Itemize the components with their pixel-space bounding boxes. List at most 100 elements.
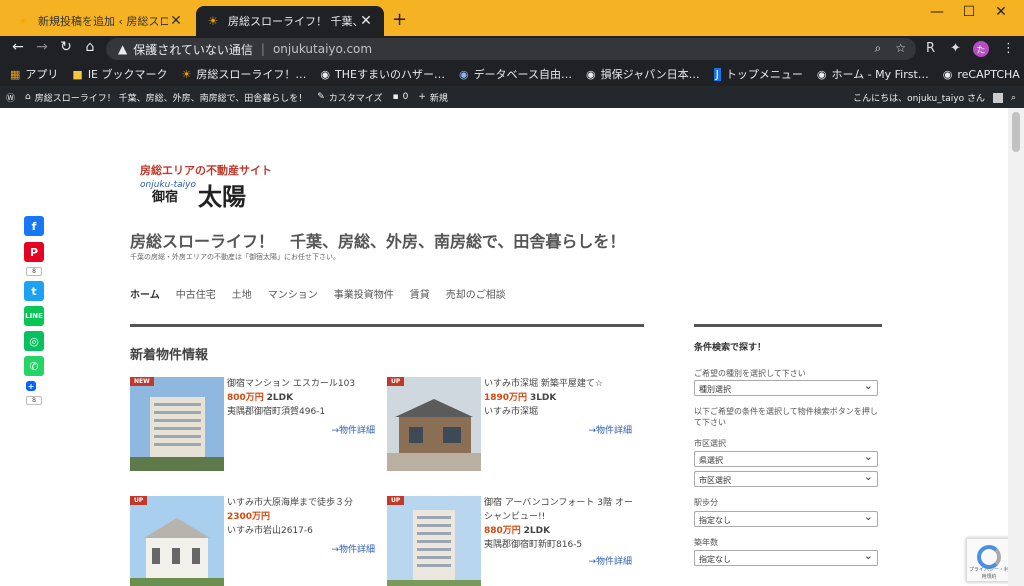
share-plus-icon[interactable]: + — [26, 381, 36, 391]
property-photo[interactable]: UP — [387, 496, 481, 586]
brush-icon: ✎ — [317, 92, 325, 102]
bookmark-recaptcha[interactable]: ◉ reCAPTCHA — [943, 68, 1020, 81]
listing-address: 夷隅郡御宿町須賀496-1 — [227, 407, 326, 417]
folder-icon: ■ — [72, 67, 83, 81]
age-select[interactable]: 指定なし — [694, 549, 878, 566]
plus-icon: + — [418, 92, 426, 102]
puzzle-icon[interactable]: ✦ — [950, 41, 961, 56]
close-window-button[interactable]: ✕ — [986, 4, 1016, 20]
bookmark-apps[interactable]: ▦ アプリ — [10, 66, 58, 82]
warning-icon: ▲ — [118, 42, 128, 56]
nav-land[interactable]: 土地 — [232, 286, 252, 301]
site-logo[interactable]: 房総エリアの不動産サイト onjuku-taiyo 御宿 太陽 — [140, 162, 275, 211]
bookmark-site[interactable]: ☀ 房総スローライフ！… — [182, 66, 307, 82]
detail-link[interactable]: →物件詳細 — [588, 554, 632, 567]
forward-icon[interactable]: → — [32, 39, 52, 55]
close-tab-icon[interactable]: ✕ — [168, 13, 184, 29]
listing-layout: 3LDK — [529, 393, 557, 403]
whatsapp-icon[interactable]: ✆ — [24, 356, 44, 376]
back-icon[interactable]: ← — [8, 39, 28, 55]
bookmark-topmenu[interactable]: J トップメニュー — [713, 66, 803, 82]
listing-title[interactable]: 御宿マンション エスカール103 — [227, 377, 377, 391]
menu-icon[interactable]: ⋮ — [1002, 41, 1015, 56]
wordpress-icon[interactable]: Ⓦ — [6, 91, 15, 104]
property-photo[interactable]: UP — [130, 496, 224, 586]
property-photo[interactable]: UP — [387, 377, 481, 471]
tab-new-post[interactable]: ☀ 新規投稿を追加 ‹ 房総スローラ… ✕ — [6, 6, 194, 36]
facebook-icon[interactable]: f — [24, 216, 44, 236]
apps-icon: ▦ — [10, 67, 21, 81]
wp-site-link[interactable]: ⌂ 房総スローライフ！ 千葉、房総、外房、南房総で、田舎暮らしを！ — [25, 91, 307, 104]
share-count: 8 — [26, 267, 42, 276]
city-select[interactable]: 市区選択 — [694, 470, 878, 487]
wp-new[interactable]: + 新規 — [418, 91, 448, 104]
site-title[interactable]: 房総スローライフ！ 千葉、房総、外房、南房総で、田舎暮らしを！ — [130, 228, 625, 252]
wp-greeting[interactable]: こんにちは、onjuku_taiyo さん — [853, 91, 985, 104]
wp-admin-bar: Ⓦ ⌂ 房総スローライフ！ 千葉、房総、外房、南房総で、田舎暮らしを！ ✎ カスタマ… — [0, 86, 1024, 108]
line-icon[interactable]: LINE — [24, 306, 44, 326]
tab-title: 新規投稿を追加 ‹ 房総スローラ… — [38, 15, 168, 28]
detail-link[interactable]: →物件詳細 — [331, 423, 375, 436]
sun-icon: ☀ — [181, 67, 192, 81]
listing-title[interactable]: 御宿 アーバンコンフォート 3階 オーシャンビュー!! — [484, 496, 634, 524]
property-photo[interactable]: NEW — [130, 377, 224, 471]
search-description: 以下ご希望の条件を選択して物件検索ボタンを押して下さい — [694, 407, 878, 427]
star-icon[interactable]: ☆ — [895, 41, 906, 56]
up-badge: UP — [387, 496, 405, 505]
search-icon[interactable]: ⌕ — [1011, 93, 1016, 103]
bookmark-ie[interactable]: ■ IE ブックマーク — [72, 66, 167, 82]
scrollbar-thumb[interactable] — [1012, 112, 1020, 152]
tab-site[interactable]: ☀ 房総スローライフ！ 千葉、房総… ✕ — [196, 6, 384, 36]
divider — [694, 324, 882, 327]
nav-investment[interactable]: 事業投資物件 — [334, 286, 394, 301]
nav-home[interactable]: ホーム — [130, 286, 160, 301]
section-title: 新着物件情報 — [130, 348, 209, 363]
minimize-button[interactable]: — — [922, 4, 952, 20]
listing-title[interactable]: いすみ市大原海岸まで徒歩３分 — [227, 496, 377, 510]
nav-used-house[interactable]: 中古住宅 — [176, 286, 216, 301]
sun-icon: ☀ — [17, 14, 29, 28]
reload-icon[interactable]: ↻ — [56, 39, 76, 55]
globe-icon: ◉ — [942, 67, 953, 81]
avatar[interactable]: た — [973, 41, 989, 57]
listing-card: UP 御宿 アーバンコンフォート 3階 オーシャンビュー!! 880万円 2LD… — [387, 496, 637, 586]
bookmark-database[interactable]: ◉ データベース自由… — [459, 66, 572, 82]
listing-title[interactable]: いすみ市深堀 新築平屋建て☆ — [484, 377, 634, 391]
listing-address: 夷隅郡御宿町新町816-5 — [484, 540, 583, 550]
pinterest-icon[interactable]: P — [24, 242, 44, 262]
site-tagline: 千葉の房総・外房エリアの不動産は「御宿太陽」にお任せ下さい。 — [130, 253, 340, 261]
extension-r-icon[interactable]: R — [926, 41, 935, 56]
avatar[interactable] — [992, 92, 1003, 103]
bookmark-sompo[interactable]: ◉ 損保ジャパン日本… — [586, 66, 700, 82]
omnibox[interactable]: ▲ 保護されていない通信 | onjukutaiyo.com ⌕ ☆ — [106, 38, 916, 60]
nav-sell[interactable]: 売却のご相談 — [446, 286, 506, 301]
recaptcha-badge[interactable]: プライバシー・利用規約 — [966, 538, 1010, 582]
bookmark-hazard[interactable]: ◉ THEすまいのハザー… — [320, 66, 445, 82]
type-select[interactable]: 種別選択 — [694, 379, 878, 396]
listing-card: UP いすみ市深堀 新築平屋建て☆ 1890万円 3LDK いすみ市深堀 →物件… — [387, 377, 637, 477]
home-icon[interactable]: ⌂ — [80, 39, 100, 55]
maximize-button[interactable]: ☐ — [954, 4, 984, 20]
close-tab-icon[interactable]: ✕ — [358, 13, 374, 29]
nav-mansion[interactable]: マンション — [268, 286, 318, 301]
age-label: 築年数 — [694, 538, 718, 547]
listing-address: いすみ市岩山2617-6 — [227, 526, 313, 536]
detail-link[interactable]: →物件詳細 — [331, 542, 375, 555]
up-badge: UP — [387, 377, 405, 386]
twitter-icon[interactable]: t — [24, 281, 44, 301]
walk-label: 駅歩分 — [694, 498, 718, 507]
nav-rental[interactable]: 賃貸 — [410, 286, 430, 301]
bookmark-home[interactable]: ◉ ホーム - My First… — [817, 66, 929, 82]
new-tab-button[interactable]: + — [392, 9, 407, 30]
wechat-icon[interactable]: ◎ — [24, 331, 44, 351]
wp-comments[interactable]: ▪ 0 — [393, 92, 409, 102]
wp-customize[interactable]: ✎ カスタマイズ — [317, 91, 382, 104]
area-label: 市区選択 — [694, 439, 726, 448]
listing-address: いすみ市深堀 — [484, 407, 539, 417]
address-toolbar: ← → ↻ ⌂ ▲ 保護されていない通信 | onjukutaiyo.com ⌕… — [0, 36, 1024, 62]
scrollbar[interactable] — [1008, 108, 1024, 586]
zoom-icon[interactable]: ⌕ — [875, 41, 882, 56]
prefecture-select[interactable]: 県選択 — [694, 450, 878, 467]
detail-link[interactable]: →物件詳細 — [588, 423, 632, 436]
walk-select[interactable]: 指定なし — [694, 510, 878, 527]
